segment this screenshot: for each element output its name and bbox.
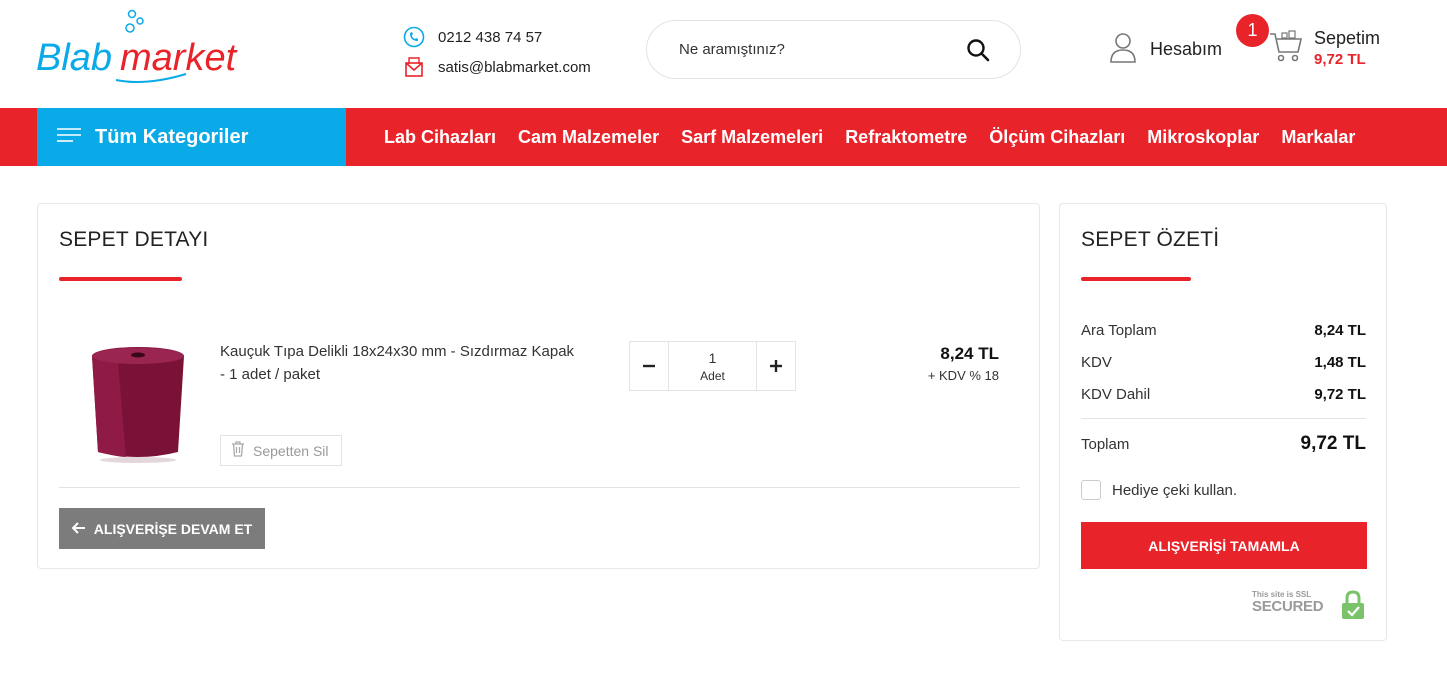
- minus-icon: [643, 364, 655, 368]
- quantity-unit: Adet: [700, 368, 725, 383]
- cart-detail-title: SEPET DETAYI: [59, 228, 209, 251]
- divider: [59, 487, 1020, 488]
- ssl-badge-line2: SECURED: [1252, 598, 1324, 615]
- checkbox[interactable]: [1081, 480, 1101, 500]
- gift-voucher-label: Hediye çeki kullan.: [1112, 481, 1238, 499]
- email-row[interactable]: satis@blabmarket.com: [402, 52, 591, 82]
- nav-item-refraktometre[interactable]: Refraktometre: [845, 127, 967, 148]
- svg-text:Blab: Blab: [36, 37, 112, 79]
- hamburger-icon: [57, 127, 81, 148]
- summary-tax-row: KDV 1,48 TL: [1081, 354, 1366, 371]
- remove-from-cart-button[interactable]: Sepetten Sil: [220, 435, 342, 466]
- logo-graphic: Blab market: [36, 9, 238, 83]
- gift-voucher-checkbox[interactable]: Hediye çeki kullan.: [1081, 480, 1237, 500]
- contact-info: 0212 438 74 57 satis@blabmarket.com: [402, 22, 591, 82]
- item-price-value: 8,24 TL: [940, 344, 999, 363]
- continue-shopping-button[interactable]: ALIŞVERİŞE DEVAM ET: [59, 508, 265, 549]
- cart-total: 9,72 TL: [1314, 51, 1366, 68]
- item-price: 8,24 TL + KDV % 18: [928, 344, 999, 383]
- cart-count-badge: 1: [1236, 14, 1269, 47]
- site-logo[interactable]: Blab market: [36, 8, 261, 98]
- site-header: Blab market 0212 438 74 57 satis@blabmar…: [0, 0, 1447, 108]
- quantity-decrease-button[interactable]: [630, 342, 668, 390]
- cart-summary-panel: SEPET ÖZETİ Ara Toplam 8,24 TL KDV 1,48 …: [1059, 203, 1387, 641]
- quantity-input[interactable]: [682, 349, 743, 366]
- cart-label: Sepetim: [1314, 28, 1381, 48]
- quantity-increase-button[interactable]: [757, 342, 795, 390]
- item-tax-note: + KDV % 18: [927, 368, 999, 383]
- title-underline: [1081, 277, 1191, 281]
- account-link[interactable]: Hesabım: [1108, 30, 1222, 69]
- summary-incl-row: KDV Dahil 9,72 TL: [1081, 386, 1366, 403]
- nav-item-mikroskoplar[interactable]: Mikroskoplar: [1147, 127, 1259, 148]
- total-label: Toplam: [1081, 435, 1130, 453]
- incl-label: KDV Dahil: [1081, 386, 1151, 403]
- cart-detail-panel: SEPET DETAYI Kauçuk Tıpa Delikli 18x24x3…: [37, 203, 1040, 569]
- user-icon: [1108, 30, 1138, 69]
- remove-label: Sepetten Sil: [253, 442, 329, 459]
- nav-item-olcum-cihazlari[interactable]: Ölçüm Cihazları: [989, 127, 1125, 148]
- summary-subtotal-row: Ara Toplam 8,24 TL: [1081, 322, 1366, 339]
- checkout-button[interactable]: ALIŞVERİŞİ TAMAMLA: [1081, 522, 1367, 569]
- continue-shopping-label: ALIŞVERİŞE DEVAM ET: [93, 520, 253, 537]
- email-address: satis@blabmarket.com: [438, 58, 591, 76]
- all-categories-button[interactable]: Tüm Kategoriler: [37, 108, 346, 166]
- incl-value: 9,72 TL: [1314, 386, 1366, 403]
- cart-button[interactable]: 1 Sepetim 9,72 TL: [1236, 14, 1396, 74]
- arrow-left-icon: [71, 521, 86, 537]
- category-menu: Lab Cihazları Cam Malzemeler Sarf Malzem…: [384, 108, 1377, 166]
- summary-total-row: Toplam 9,72 TL: [1081, 433, 1366, 455]
- ssl-secured-badge: This site is SSL SECURED: [1252, 588, 1367, 620]
- nav-item-sarf-malzemeleri[interactable]: Sarf Malzemeleri: [681, 127, 823, 148]
- quantity-display: Adet: [668, 342, 757, 390]
- phone-row[interactable]: 0212 438 74 57: [402, 22, 591, 52]
- product-image[interactable]: [88, 344, 188, 464]
- subtotal-label: Ara Toplam: [1081, 322, 1157, 339]
- subtotal-value: 8,24 TL: [1314, 322, 1366, 339]
- account-label: Hesabım: [1150, 39, 1223, 59]
- svg-text:market: market: [120, 37, 238, 79]
- plus-icon: [770, 360, 782, 372]
- all-categories-label: Tüm Kategoriler: [95, 125, 249, 148]
- tax-label: KDV: [1081, 354, 1112, 371]
- product-name[interactable]: Kauçuk Tıpa Delikli 18x24x30 mm - Sızdır…: [220, 340, 580, 386]
- main-nav: Tüm Kategoriler Lab Cihazları Cam Malzem…: [0, 108, 1447, 166]
- quantity-stepper: Adet: [629, 341, 796, 391]
- phone-number: 0212 438 74 57: [438, 28, 543, 46]
- search-bar: [646, 20, 1021, 79]
- email-icon: [402, 55, 426, 79]
- nav-item-lab-cihazlari[interactable]: Lab Cihazları: [384, 127, 496, 148]
- nav-item-cam-malzemeler[interactable]: Cam Malzemeler: [518, 127, 659, 148]
- total-value: 9,72 TL: [1300, 433, 1366, 454]
- nav-item-markalar[interactable]: Markalar: [1281, 127, 1355, 148]
- title-underline: [59, 277, 182, 281]
- search-input[interactable]: [679, 41, 964, 58]
- cart-icon: [1268, 30, 1304, 69]
- phone-icon: [402, 25, 426, 49]
- search-icon[interactable]: [964, 36, 992, 64]
- divider: [1081, 418, 1366, 419]
- cart-summary-title: SEPET ÖZETİ: [1081, 228, 1220, 251]
- trash-icon: [231, 441, 245, 460]
- tax-value: 1,48 TL: [1314, 354, 1366, 371]
- padlock-icon: [1342, 590, 1364, 619]
